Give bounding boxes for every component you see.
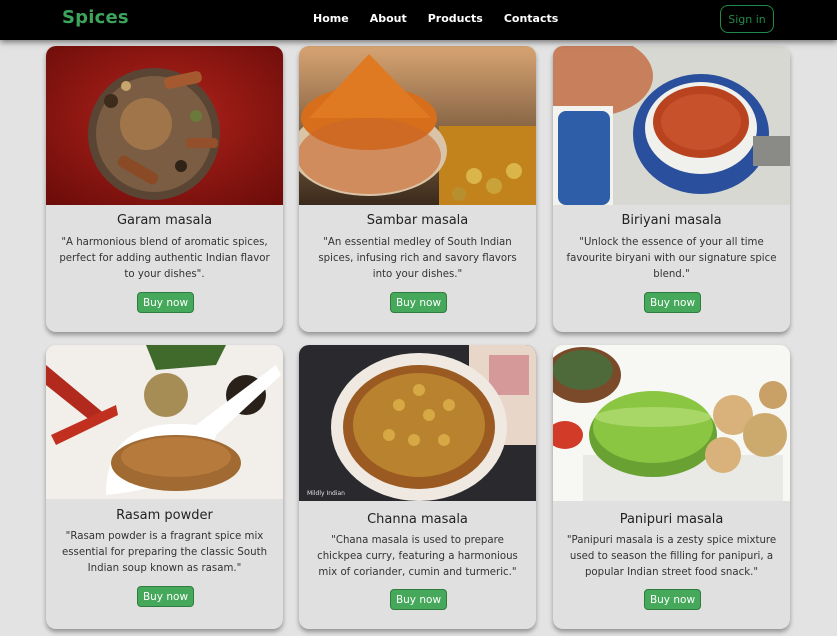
buy-now-button[interactable]: Buy now — [137, 292, 194, 313]
sign-in-button[interactable]: Sign in — [720, 5, 774, 33]
buy-now-button[interactable]: Buy now — [390, 589, 447, 610]
product-description: "Unlock the essence of your all time fav… — [566, 237, 777, 280]
nav-link-contacts[interactable]: Contacts — [504, 12, 558, 25]
nav-links: Home About Products Contacts — [313, 12, 579, 25]
photo-watermark: Mildly Indian — [307, 490, 345, 497]
product-description: "Rasam powder is a fragrant spice mix es… — [61, 531, 268, 574]
buy-now-button[interactable]: Buy now — [390, 292, 447, 313]
navbar: Spices Home About Products Contacts Sign… — [0, 0, 837, 40]
product-description: "Chana masala is used to prepare chickpe… — [317, 535, 518, 578]
channa-masala-image: Mildly Indian — [299, 345, 536, 501]
product-description: "Panipuri masala is a zesty spice mixtur… — [566, 535, 777, 578]
panipuri-masala-image — [553, 345, 790, 501]
product-description: "An essential medley of South Indian spi… — [318, 237, 517, 280]
biriyani-masala-image — [553, 46, 790, 205]
nav-link-products[interactable]: Products — [428, 12, 483, 25]
product-title: Sambar masala — [366, 213, 469, 228]
product-title: Biriyani masala — [621, 213, 722, 228]
buy-now-button[interactable]: Buy now — [644, 589, 701, 610]
product-card-garam-masala: Garam masala "A harmonious blend of arom… — [46, 46, 283, 332]
nav-link-about[interactable]: About — [370, 12, 407, 25]
garam-masala-image — [46, 46, 283, 205]
product-title: Garam masala — [116, 213, 213, 228]
product-card-biriyani-masala: Biriyani masala "Unlock the essence of y… — [553, 46, 790, 332]
product-card-panipuri-masala: Panipuri masala "Panipuri masala is a ze… — [553, 345, 790, 629]
sambar-masala-image — [299, 46, 536, 205]
product-card-channa-masala: Mildly Indian Channa masala "Chana masal… — [299, 345, 536, 629]
brand-logo[interactable]: Spices — [62, 7, 129, 28]
product-card-rasam-powder: Rasam powder "Rasam powder is a fragrant… — [46, 345, 283, 629]
product-title: Channa masala — [367, 512, 468, 527]
product-title: Rasam powder — [116, 508, 213, 523]
buy-now-button[interactable]: Buy now — [137, 586, 194, 607]
product-title: Panipuri masala — [619, 512, 724, 527]
product-description: "A harmonious blend of aromatic spices, … — [59, 237, 270, 280]
rasam-powder-image — [46, 345, 283, 499]
nav-link-home[interactable]: Home — [313, 12, 349, 25]
product-card-sambar-masala: Sambar masala "An essential medley of So… — [299, 46, 536, 332]
buy-now-button[interactable]: Buy now — [644, 292, 701, 313]
